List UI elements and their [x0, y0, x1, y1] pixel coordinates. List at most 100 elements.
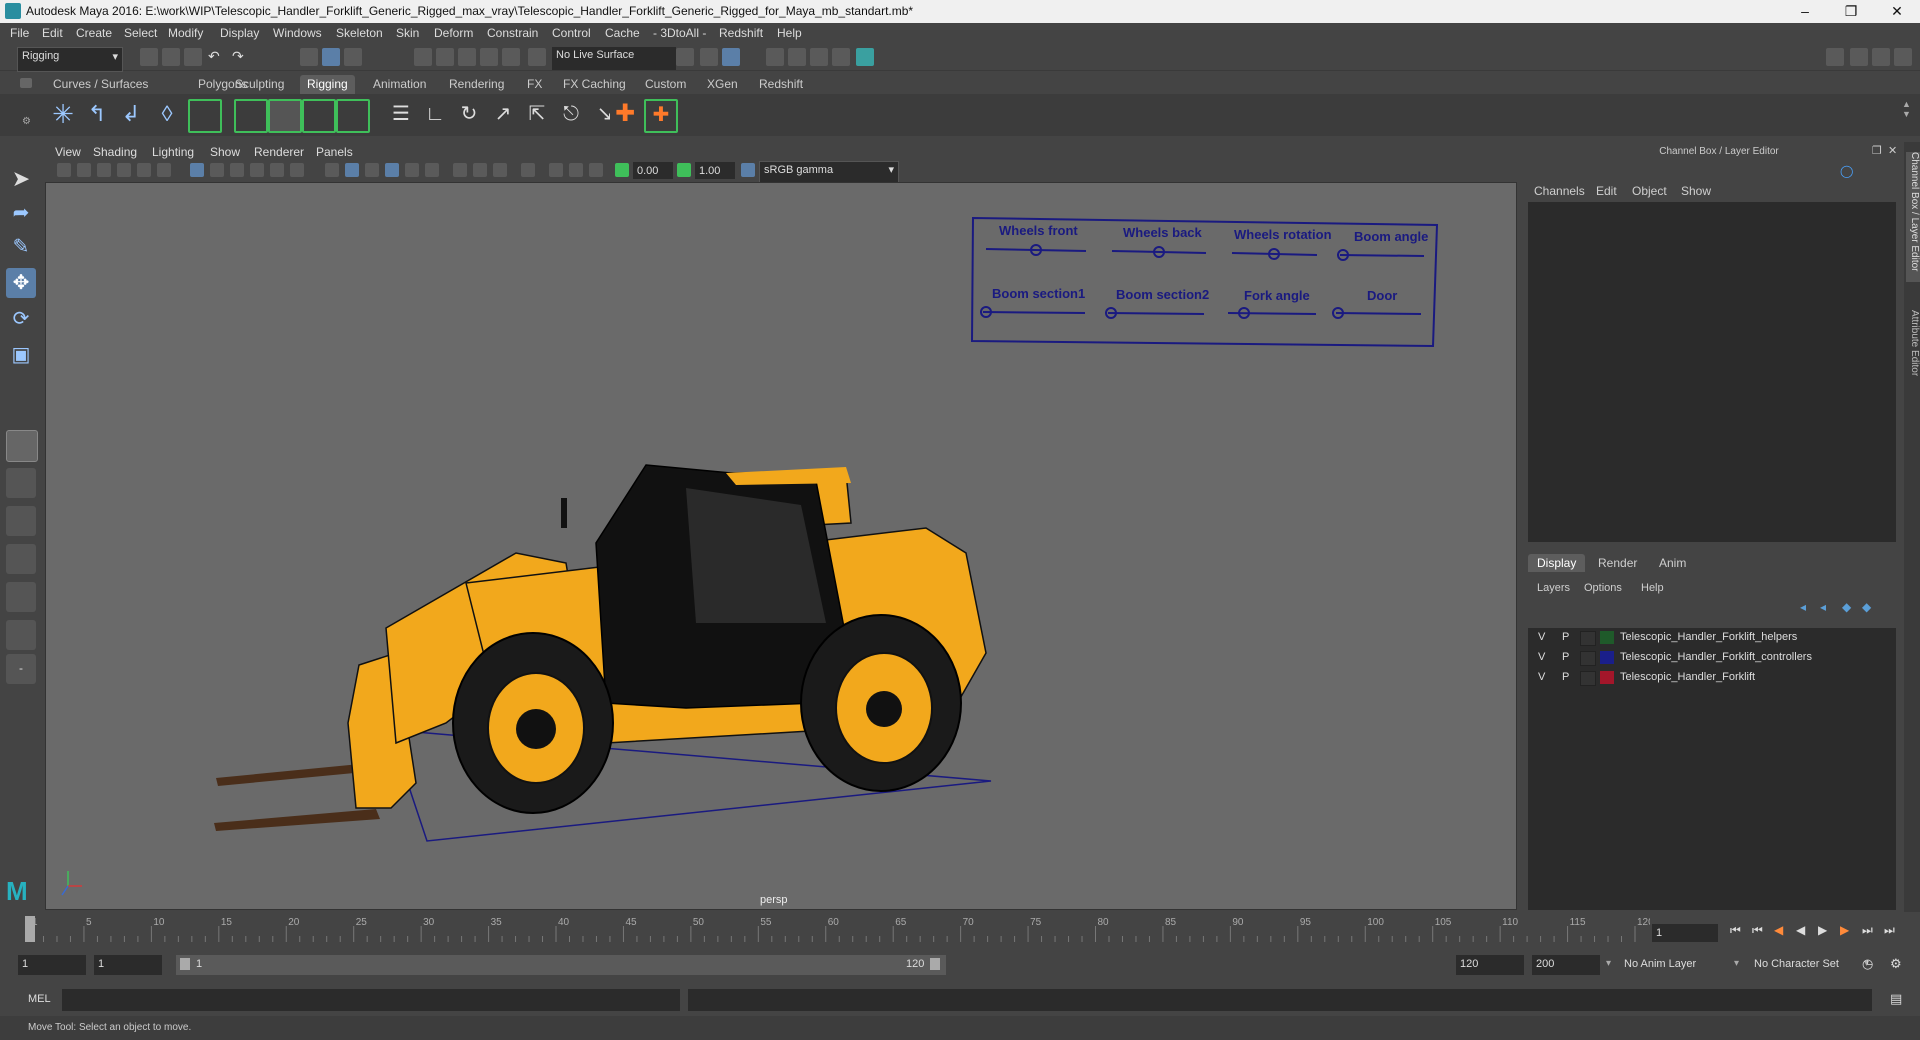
motion-blur-icon[interactable] — [473, 163, 487, 177]
tab-custom[interactable]: Custom — [638, 75, 693, 94]
tab-sculpting[interactable]: Sculpting — [228, 75, 291, 94]
slider-boom-angle[interactable] — [1339, 254, 1425, 257]
menuset-dropdown[interactable]: Rigging ▾ — [17, 47, 123, 72]
viewport-menu-show[interactable]: Show — [210, 145, 240, 159]
mel-label[interactable]: MEL — [28, 993, 51, 1005]
slider-boom-section2[interactable] — [1107, 312, 1205, 315]
channel-box-area[interactable] — [1528, 202, 1896, 542]
wireframe-icon[interactable] — [325, 163, 339, 177]
insert-joint-icon[interactable]: ◊ — [152, 99, 182, 129]
options-menu[interactable]: Options — [1584, 582, 1622, 594]
current-frame-field[interactable]: 1 — [1652, 924, 1718, 942]
viewport-menu-renderer[interactable]: Renderer — [254, 145, 304, 159]
tab-rigging[interactable]: Rigging — [300, 75, 355, 94]
layer-tab-render[interactable]: Render — [1598, 556, 1637, 570]
new-layer-selected-icon[interactable]: ◆ — [1862, 600, 1871, 614]
locator-icon[interactable]: ☰ — [386, 99, 416, 129]
aim-constraint-icon[interactable]: ↗ — [488, 99, 518, 129]
channels-edit-menu[interactable]: Edit — [1596, 184, 1617, 198]
camera-attributes-icon[interactable] — [77, 163, 91, 177]
character-set-dropdown[interactable]: No Character Set — [1750, 955, 1870, 975]
persp-graph-layout-icon[interactable] — [6, 544, 36, 574]
create-blend-icon[interactable]: ✚ — [644, 99, 678, 133]
humanik-icon[interactable] — [188, 99, 222, 133]
color-management-icon[interactable] — [741, 163, 755, 177]
menu-control[interactable]: Control — [552, 26, 591, 40]
grid-toggle-icon[interactable] — [190, 163, 204, 177]
select-camera-icon[interactable] — [57, 163, 71, 177]
layers-menu[interactable]: Layers — [1537, 582, 1570, 594]
tool-settings-toggle-icon[interactable] — [1872, 48, 1890, 66]
parent-constraint-icon[interactable]: ⎋ — [556, 99, 586, 129]
xray-joints-icon[interactable] — [569, 163, 583, 177]
layer-visibility-toggle[interactable]: V — [1538, 671, 1545, 683]
tab-animation[interactable]: Animation — [366, 75, 433, 94]
side-tab-attribute-editor[interactable]: Attribute Editor — [1906, 310, 1920, 400]
menu-deform[interactable]: Deform — [434, 26, 473, 40]
layer-playback-toggle[interactable]: P — [1562, 671, 1569, 683]
channel-box-toggle-icon[interactable] — [1894, 48, 1912, 66]
layer-name[interactable]: Telescopic_Handler_Forklift_helpers — [1620, 631, 1797, 643]
grease-pencil-icon[interactable] — [157, 163, 171, 177]
menu-cache[interactable]: Cache — [605, 26, 640, 40]
scale-tool-icon[interactable]: ▣ — [6, 340, 36, 370]
scale-constraint-icon[interactable]: ⇱ — [522, 99, 552, 129]
slider-boom-section1[interactable] — [982, 311, 1086, 314]
play-forward-icon[interactable]: ▶ — [1818, 923, 1827, 937]
layer-row[interactable]: V P Telescopic_Handler_Forklift_helpers — [1528, 628, 1896, 648]
script-editor-icon[interactable]: ▤ — [1890, 991, 1902, 1007]
viewport-menu-panels[interactable]: Panels — [316, 145, 353, 159]
save-scene-icon[interactable] — [184, 48, 202, 66]
smooth-shade-icon[interactable] — [345, 163, 359, 177]
render-region-icon[interactable] — [676, 48, 694, 66]
layer-name[interactable]: Telescopic_Handler_Forklift_controllers — [1620, 651, 1812, 663]
viewport-menu-shading[interactable]: Shading — [93, 145, 137, 159]
range-start-handle[interactable] — [180, 958, 190, 970]
chevron-down-icon[interactable]: ▾ — [1734, 958, 1739, 969]
layer-type-swatch[interactable] — [1580, 651, 1596, 666]
animation-end-field[interactable]: 200 — [1532, 955, 1600, 975]
layer-color-swatch[interactable] — [1600, 671, 1614, 684]
menu-modify[interactable]: Modify — [168, 26, 203, 40]
layer-type-swatch[interactable] — [1580, 671, 1596, 686]
layer-row[interactable]: V P Telescopic_Handler_Forklift_controll… — [1528, 648, 1896, 668]
menu-select[interactable]: Select — [124, 26, 157, 40]
tab-redshift[interactable]: Redshift — [752, 75, 810, 94]
slider-wheels-back[interactable] — [1111, 250, 1207, 254]
slider-wheels-front[interactable] — [985, 248, 1087, 252]
range-end-handle[interactable] — [930, 958, 940, 970]
time-slider[interactable]: 1510152025303540455055606570758085909510… — [25, 914, 1650, 944]
textured-icon[interactable] — [385, 163, 399, 177]
lattice-icon[interactable] — [302, 99, 336, 133]
render-current-icon[interactable] — [700, 48, 718, 66]
auto-key-icon[interactable]: ◷ — [1862, 956, 1873, 972]
minimize-button[interactable]: – — [1782, 0, 1828, 23]
select-components-icon[interactable] — [344, 48, 362, 66]
menu-skin[interactable]: Skin — [396, 26, 419, 40]
live-surface-icon[interactable] — [528, 48, 546, 66]
menu-skeleton[interactable]: Skeleton — [336, 26, 383, 40]
undo-icon[interactable]: ↶ — [208, 48, 226, 66]
snap-grid-icon[interactable] — [414, 48, 432, 66]
persp-outliner-layout-icon[interactable] — [6, 506, 36, 536]
chevron-down-icon[interactable]: ▾ — [1606, 958, 1611, 969]
gamma-icon[interactable] — [677, 163, 691, 177]
open-scene-icon[interactable] — [162, 48, 180, 66]
select-hierarchy-icon[interactable] — [300, 48, 318, 66]
shelf-settings-icon[interactable]: ⚙ — [22, 116, 31, 127]
wire-tool-icon[interactable]: ✚ — [610, 99, 640, 129]
slider-fork-angle[interactable] — [1227, 312, 1317, 315]
close-panel-icon[interactable]: ✕ — [1888, 144, 1897, 157]
more-layouts-icon[interactable]: - — [6, 654, 36, 684]
manipulator-icon[interactable]: ◯ — [1840, 164, 1853, 178]
go-to-end-icon[interactable]: ⏭ — [1884, 923, 1895, 938]
animation-preferences-icon[interactable]: ⚙ — [1890, 956, 1902, 972]
playback-start-field[interactable]: 1 — [94, 955, 162, 975]
slider-door[interactable] — [1335, 312, 1422, 315]
smooth-bind-icon[interactable] — [268, 99, 302, 133]
step-back-icon[interactable]: ⏮ — [1752, 923, 1763, 938]
layer-tab-anim[interactable]: Anim — [1659, 556, 1686, 570]
render-setup-icon[interactable] — [832, 48, 850, 66]
redo-icon[interactable]: ↷ — [232, 48, 250, 66]
rotate-tool-icon[interactable]: ⟳ — [6, 304, 36, 334]
